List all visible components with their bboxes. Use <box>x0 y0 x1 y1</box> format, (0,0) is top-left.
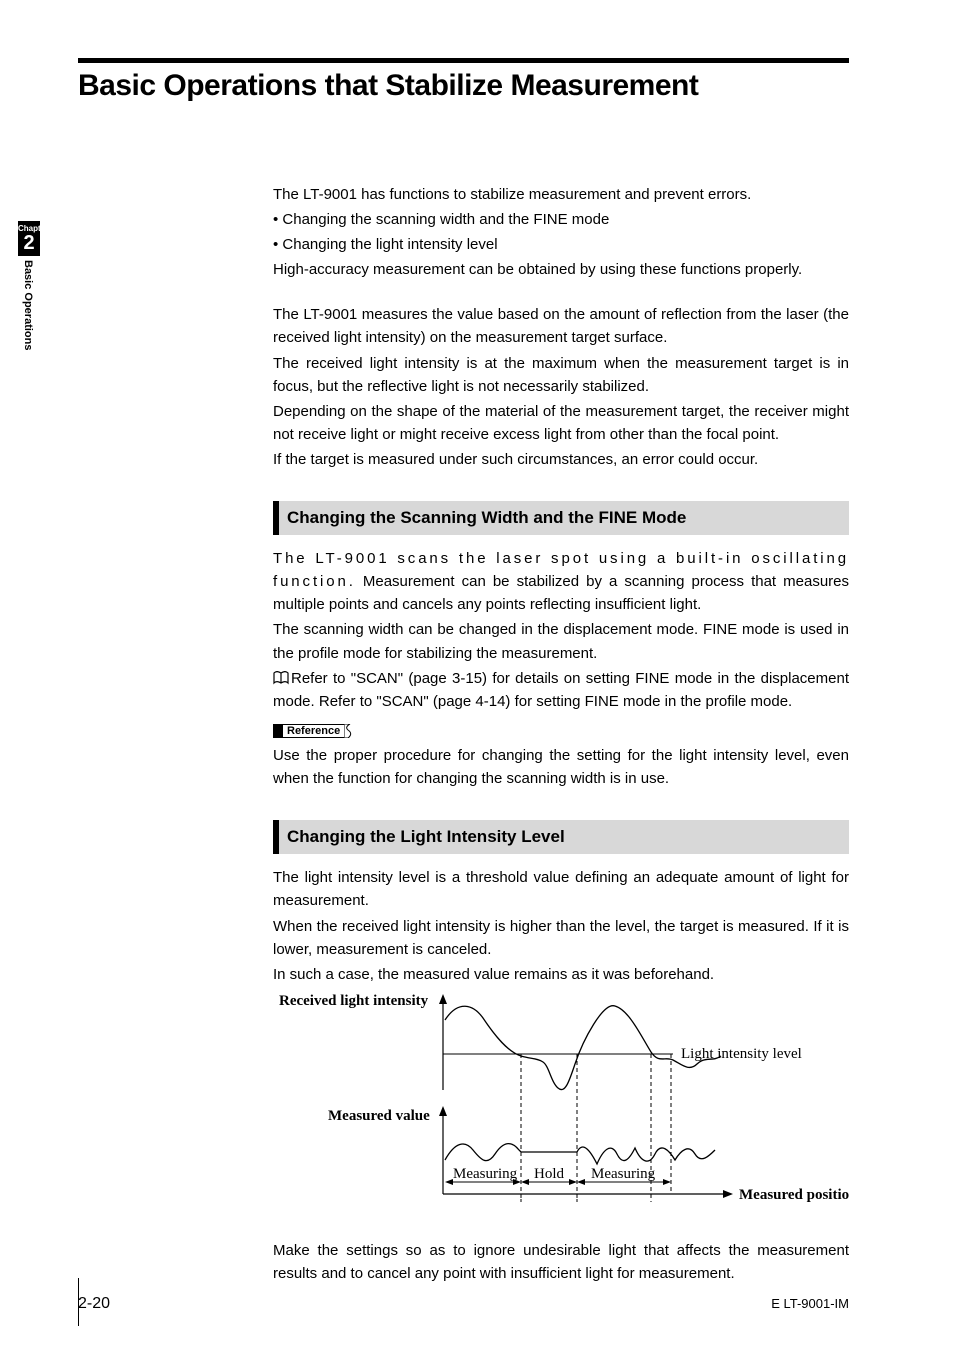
intro-bullet-1: • Changing the scanning width and the FI… <box>273 208 849 231</box>
intro-p2: High-accuracy measurement can be obtaine… <box>273 258 849 281</box>
intro-p4: The received light intensity is at the m… <box>273 352 849 398</box>
section-heading-scan: Changing the Scanning Width and the FINE… <box>273 501 849 535</box>
sec1-p2: The scanning width can be changed in the… <box>273 618 849 664</box>
page-number: 2-20 <box>78 1295 110 1313</box>
sec2-p4: Make the settings so as to ignore undesi… <box>273 1239 849 1285</box>
sec2-p3: In such a case, the measured value remai… <box>273 963 849 986</box>
chapter-tab: Chapter 2 Basic Operations <box>18 221 40 350</box>
chapter-number: 2 <box>18 233 40 255</box>
diagram-x-label: Measured position <box>739 1187 849 1203</box>
intro-p6: If the target is measured under such cir… <box>273 448 849 471</box>
doc-id: E LT-9001-IM <box>771 1296 849 1311</box>
intro-p3: The LT-9001 measures the value based on … <box>273 303 849 349</box>
sec1-p3: Use the proper procedure for changing th… <box>273 744 849 790</box>
reference-tag-marker <box>273 724 283 738</box>
diagram-region-3: Measuring <box>591 1166 656 1182</box>
reference-tag-text: Reference <box>283 724 345 738</box>
diagram-y1-label: Received light intensity <box>279 993 429 1009</box>
diagram-region-1: Measuring <box>453 1166 518 1182</box>
reference-tag: Reference <box>273 719 354 742</box>
sec2-p2: When the received light intensity is hig… <box>273 915 849 961</box>
section-heading-light: Changing the Light Intensity Level <box>273 820 849 854</box>
intro-bullet-2: • Changing the light intensity level <box>273 233 849 256</box>
diagram-y2-label: Measured value <box>328 1108 430 1124</box>
sec1-ref: Refer to "SCAN" (page 3-15) for details … <box>273 667 849 713</box>
diagram-threshold-label: Light intensity level <box>681 1046 802 1062</box>
intro-p5: Depending on the shape of the material o… <box>273 400 849 446</box>
measured-curve <box>445 1143 715 1163</box>
diagram-svg: Received light intensity Light intensity… <box>273 992 849 1222</box>
sec1-ref-text: Refer to "SCAN" (page 3-15) for details … <box>273 670 849 710</box>
intensity-curve <box>445 1005 721 1089</box>
chapter-box: Chapter 2 <box>18 221 40 256</box>
intro-p1: The LT-9001 has functions to stabilize m… <box>273 183 849 206</box>
sec1-p1-rest: Measurement can be stabilized by a scann… <box>273 573 849 613</box>
book-icon <box>273 671 289 685</box>
page-body: Basic Operations that Stabilize Measurem… <box>78 58 849 1308</box>
title-rule <box>78 58 849 63</box>
sec1-p1: The LT-9001 scans the laser spot using a… <box>273 547 849 616</box>
diagram-region-2: Hold <box>534 1166 565 1182</box>
content-column: The LT-9001 has functions to stabilize m… <box>273 183 849 1285</box>
sec2-p1: The light intensity level is a threshold… <box>273 866 849 912</box>
reference-tag-flag-icon <box>344 724 354 738</box>
diagram: Received light intensity Light intensity… <box>273 992 849 1229</box>
chapter-title: Basic Operations <box>22 260 34 350</box>
page-title: Basic Operations that Stabilize Measurem… <box>78 69 849 103</box>
